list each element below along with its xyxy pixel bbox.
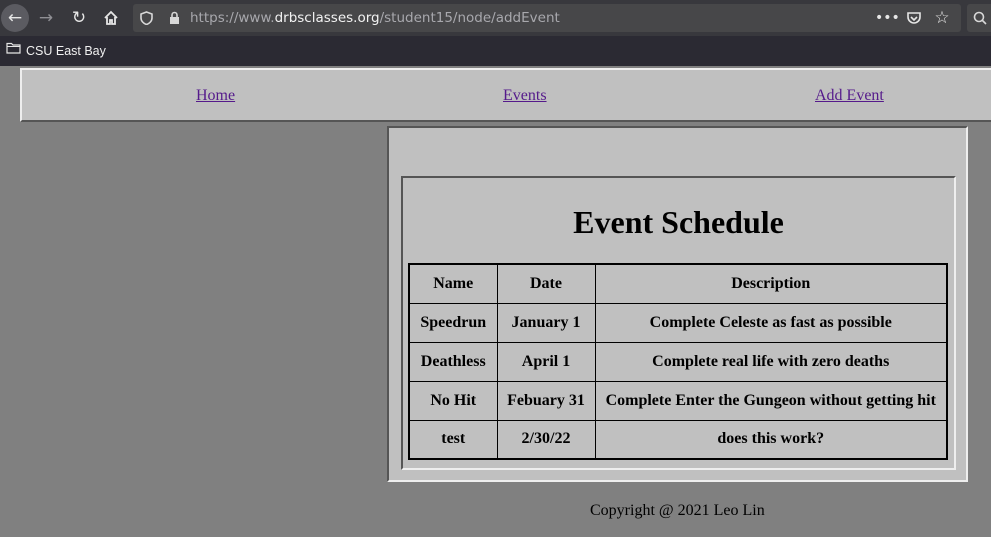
events-table: Name Date Description Speedrun January 1…	[408, 263, 948, 460]
footer-copyright: Copyright @ 2021 Leo Lin	[590, 502, 765, 519]
table-row: Deathless April 1 Complete real life wit…	[408, 341, 948, 382]
browser-toolbar: ← → ↻ https://www.drbsclasses.org/studen…	[0, 0, 991, 36]
back-arrow-icon[interactable]: ←	[1, 4, 29, 32]
site-nav: Home Events Add Event	[20, 68, 991, 122]
search-icon[interactable]	[967, 4, 991, 32]
star-icon[interactable]: ☆	[931, 4, 953, 32]
event-name-cell: test	[408, 419, 498, 460]
page-content: Home Events Add Event Event Schedule Nam…	[0, 66, 991, 537]
folder-icon	[6, 35, 21, 65]
lock-icon[interactable]	[169, 4, 183, 32]
table-header-row: Name Date Description	[408, 263, 948, 304]
column-header-date: Date	[496, 263, 596, 304]
schedule-inner-panel: Event Schedule Name Date Description Spe…	[401, 176, 956, 470]
event-name-cell: No Hit	[408, 380, 498, 421]
pocket-icon[interactable]	[903, 4, 925, 32]
event-date-cell: Febuary 31	[496, 380, 596, 421]
event-description-cell: does this work?	[594, 419, 948, 460]
forward-arrow-icon[interactable]: →	[32, 4, 60, 32]
url-bar[interactable]: https://www.drbsclasses.org/student15/no…	[133, 4, 961, 32]
schedule-title: Event Schedule	[573, 204, 784, 240]
event-date-cell: April 1	[496, 341, 596, 382]
column-header-description: Description	[594, 263, 948, 304]
nav-link-events[interactable]: Events	[503, 87, 547, 105]
table-row: No Hit Febuary 31 Complete Enter the Gun…	[408, 380, 948, 421]
bookmarks-bar: CSU East Bay	[0, 36, 991, 66]
bookmark-label: CSU East Bay	[26, 44, 106, 58]
url-text[interactable]: https://www.drbsclasses.org/student15/no…	[190, 4, 560, 32]
event-description-cell: Complete Celeste as fast as possible	[594, 302, 948, 343]
reload-icon[interactable]: ↻	[65, 4, 93, 32]
table-row: test 2/30/22 does this work?	[408, 419, 948, 460]
bookmark-folder-csu-east-bay[interactable]: CSU East Bay	[6, 36, 106, 66]
event-name-cell: Speedrun	[408, 302, 498, 343]
shield-icon[interactable]	[140, 4, 156, 32]
url-domain: drbsclasses.org	[274, 10, 380, 26]
event-description-cell: Complete Enter the Gungeon without getti…	[594, 380, 948, 421]
event-date-cell: January 1	[496, 302, 596, 343]
event-date-cell: 2/30/22	[496, 419, 596, 460]
event-description-cell: Complete real life with zero deaths	[594, 341, 948, 382]
nav-link-home[interactable]: Home	[196, 87, 235, 105]
table-row: Speedrun January 1 Complete Celeste as f…	[408, 302, 948, 343]
event-name-cell: Deathless	[408, 341, 498, 382]
url-prefix: https://www.	[190, 10, 275, 26]
nav-link-add-event[interactable]: Add Event	[815, 87, 884, 105]
schedule-outer-panel: Event Schedule Name Date Description Spe…	[387, 126, 968, 482]
more-icon[interactable]: •••	[875, 4, 900, 32]
home-icon[interactable]	[97, 4, 125, 32]
url-path: /student15/node/addEvent	[379, 10, 560, 26]
column-header-name: Name	[408, 263, 498, 304]
